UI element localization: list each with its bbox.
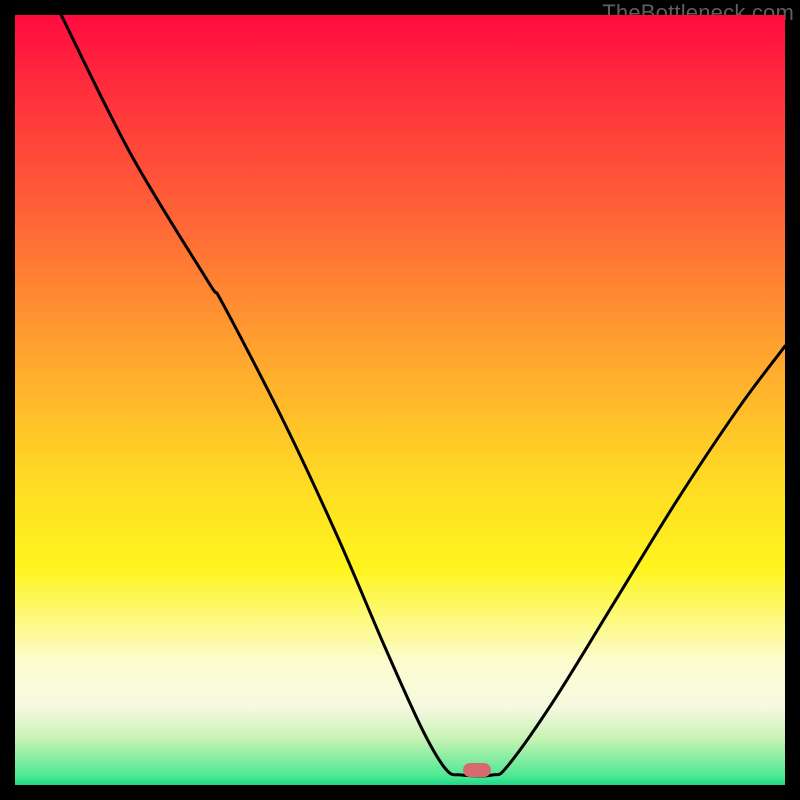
chart-frame: TheBottleneck.com [0, 0, 800, 800]
bottleneck-curve [15, 15, 785, 785]
optimal-marker [463, 763, 491, 777]
plot-area [15, 15, 785, 785]
